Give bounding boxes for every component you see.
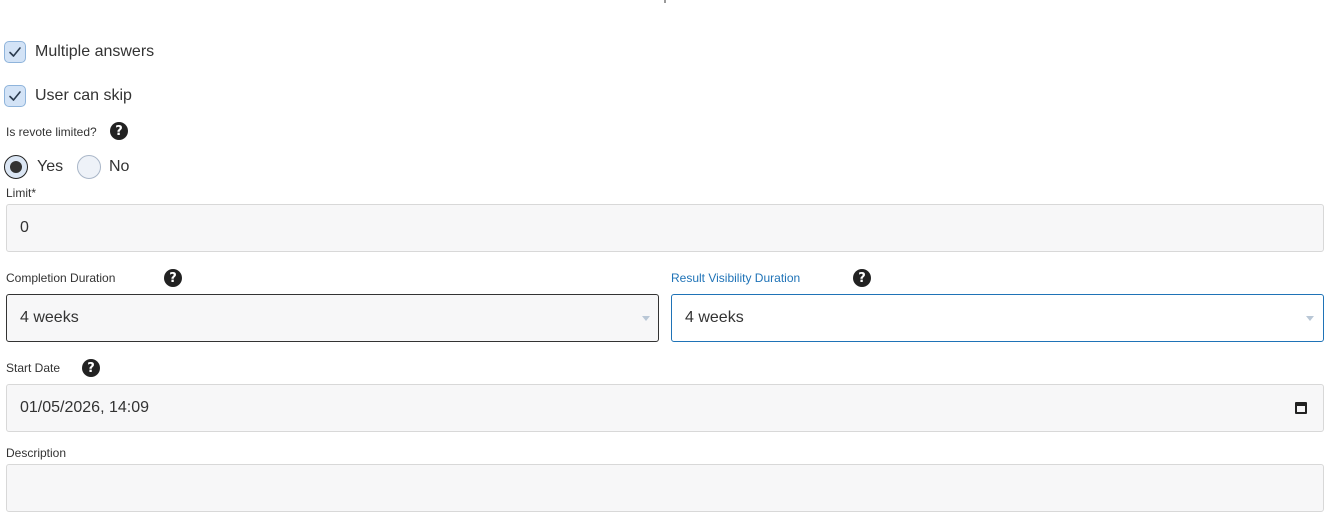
limit-input[interactable]: 0 (6, 204, 1324, 252)
revote-no-radio[interactable] (77, 155, 101, 179)
limit-label: Limit* (6, 185, 36, 201)
multiple-answers-label[interactable]: Multiple answers (35, 42, 154, 62)
completion-duration-label: Completion Duration (6, 271, 116, 285)
question-circle-icon[interactable]: ? (853, 269, 871, 287)
revote-limited-label: Is revote limited? (6, 125, 97, 139)
user-can-skip-label[interactable]: User can skip (35, 86, 132, 106)
question-circle-icon[interactable]: ? (82, 359, 100, 377)
checkmark-icon (9, 91, 21, 101)
result-visibility-duration-select[interactable]: 4 weeks (671, 294, 1324, 342)
start-date-input[interactable]: 01/05/2026, 14:09 (6, 384, 1324, 432)
user-can-skip-checkbox[interactable] (4, 85, 26, 107)
calendar-icon[interactable] (1295, 402, 1307, 414)
description-label: Description (6, 446, 67, 460)
chevron-down-icon (642, 316, 650, 321)
multiple-answers-checkbox[interactable] (4, 41, 26, 63)
limit-value: 0 (20, 219, 29, 236)
checkmark-icon (9, 47, 21, 57)
limit-label-text: Limit (6, 186, 32, 200)
completion-duration-value: 4 weeks (20, 309, 79, 326)
chevron-down-icon (1306, 316, 1314, 321)
start-date-value: 01/05/2026, 14:09 (20, 399, 150, 416)
revote-yes-label[interactable]: Yes (37, 157, 63, 177)
revote-yes-radio[interactable] (4, 155, 28, 179)
result-visibility-duration-label: Result Visibility Duration (671, 271, 801, 285)
revote-no-label[interactable]: No (109, 157, 129, 177)
question-circle-icon[interactable]: ? (164, 269, 182, 287)
description-input[interactable] (6, 464, 1324, 512)
start-date-label: Start Date (6, 361, 61, 375)
result-visibility-duration-value: 4 weeks (685, 309, 744, 326)
required-mark: * (31, 186, 37, 200)
divider (664, 0, 666, 3)
radio-dot-icon (10, 161, 22, 173)
question-circle-icon[interactable]: ? (110, 122, 128, 140)
completion-duration-select[interactable]: 4 weeks (6, 294, 659, 342)
